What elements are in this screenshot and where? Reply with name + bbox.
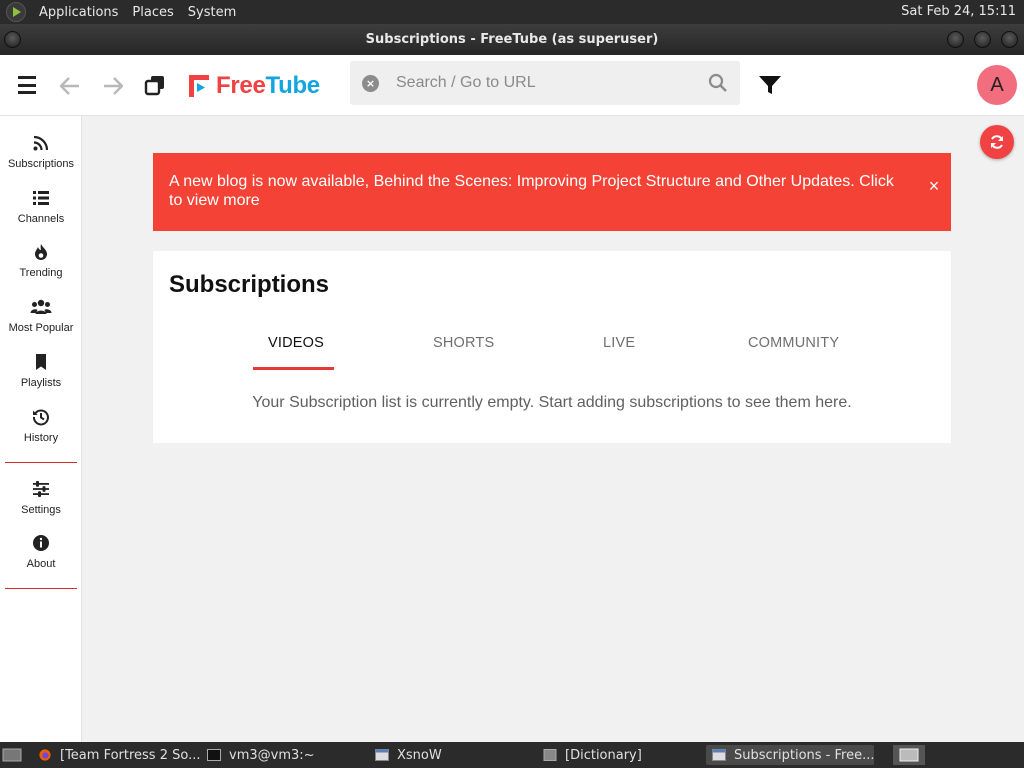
clear-search-icon[interactable]: ×	[362, 74, 379, 92]
tab-live[interactable]: LIVE	[603, 335, 635, 351]
logo-text-free: Free	[216, 72, 266, 99]
sidebar-item-subscriptions[interactable]: Subscriptions	[0, 134, 82, 186]
clock[interactable]: Sat Feb 24, 15:11	[901, 4, 1016, 19]
sidebar-item-history[interactable]: History	[0, 408, 82, 460]
window-icon	[375, 749, 389, 761]
applications-menu[interactable]: Applications	[32, 5, 125, 20]
places-menu[interactable]: Places	[125, 5, 180, 20]
search-bar: ×	[350, 61, 740, 105]
taskbar-item-label: vm3@vm3:~	[229, 747, 315, 763]
logo-text-tube: Tube	[265, 72, 321, 99]
taskbar-item-terminal[interactable]: vm3@vm3:~	[207, 745, 357, 765]
taskbar-item-freetube[interactable]: Subscriptions - Free...	[706, 745, 874, 765]
taskbar-item-dictionary[interactable]: [Dictionary]	[543, 745, 698, 765]
taskbar-item-xsnow[interactable]: XsnoW	[375, 745, 525, 765]
sidebar-item-playlists[interactable]: Playlists	[0, 353, 82, 405]
sidebar-item-trending[interactable]: Trending	[0, 243, 82, 295]
refresh-subscriptions-button[interactable]	[980, 125, 1014, 159]
taskbar-item-label: [Dictionary]	[565, 747, 642, 763]
blog-announcement-banner[interactable]: A new blog is now available, Behind the …	[153, 153, 951, 231]
search-input[interactable]	[396, 74, 696, 92]
sidebar-item-label: Most Popular	[8, 322, 74, 334]
desktop-icon	[2, 748, 22, 762]
system-top-panel: Applications Places System Sat Feb 24, 1…	[0, 0, 1024, 24]
sidebar-item-channels[interactable]: Channels	[0, 189, 82, 241]
taskbar-item-team-fortress[interactable]: [Team Fortress 2 So...	[38, 745, 200, 765]
sidebar-item-settings[interactable]: Settings	[0, 480, 82, 532]
back-arrow-icon[interactable]	[57, 73, 83, 99]
banner-text[interactable]: A new blog is now available, Behind the …	[169, 173, 894, 209]
taskbar-item-label: [Team Fortress 2 So...	[60, 747, 200, 763]
rss-icon	[33, 135, 49, 151]
sidebar-item-label: About	[26, 558, 56, 570]
sidebar-item-label: Playlists	[20, 377, 62, 389]
sidebar-divider	[5, 588, 77, 589]
freetube-app: FreeTube × A Subscriptions	[0, 55, 1024, 742]
firefox-icon	[39, 749, 51, 761]
hamburger-menu-icon[interactable]	[16, 74, 38, 96]
new-window-icon[interactable]	[144, 74, 166, 96]
window-icon	[712, 749, 726, 761]
tab-videos[interactable]: VIDEOS	[268, 335, 324, 351]
sidebar-item-label: Settings	[21, 504, 61, 516]
book-icon	[543, 749, 557, 761]
avatar[interactable]: A	[977, 65, 1017, 105]
page-title: Subscriptions	[169, 271, 330, 298]
taskbar-item-label: Subscriptions - Free...	[734, 747, 874, 763]
taskbar: [Team Fortress 2 So... vm3@vm3:~ XsnoW […	[0, 742, 1024, 768]
terminal-icon	[207, 749, 221, 761]
empty-subscriptions-message: Your Subscription list is currently empt…	[252, 394, 852, 411]
close-window-button[interactable]	[1001, 31, 1018, 48]
close-icon[interactable]: ×	[926, 177, 942, 195]
top-nav: FreeTube × A	[0, 55, 1024, 116]
info-icon	[33, 535, 49, 551]
show-desktop-button[interactable]	[2, 745, 24, 765]
list-icon	[33, 191, 49, 205]
refresh-icon	[991, 135, 1003, 149]
minimize-button[interactable]	[947, 31, 964, 48]
sidebar-divider	[5, 462, 77, 463]
taskbar-item-label: XsnoW	[397, 747, 442, 763]
window-titlebar[interactable]: Subscriptions - FreeTube (as superuser)	[0, 24, 1024, 55]
search-icon[interactable]	[708, 73, 728, 93]
window-title: Subscriptions - FreeTube (as superuser)	[365, 32, 659, 47]
side-nav: Subscriptions Channels Trending Most Pop…	[0, 116, 82, 742]
filter-icon[interactable]	[758, 74, 782, 96]
sidebar-item-label: Subscriptions	[7, 158, 75, 170]
system-menu[interactable]: System	[181, 5, 243, 20]
users-icon	[30, 299, 52, 314]
workspace-switcher[interactable]	[893, 745, 925, 765]
subscriptions-card: Subscriptions VIDEOS SHORTS LIVE COMMUNI…	[153, 251, 951, 443]
maximize-button[interactable]	[974, 31, 991, 48]
freetube-logo[interactable]: Free Tube	[188, 71, 320, 101]
sidebar-item-label: Trending	[19, 267, 63, 279]
sidebar-item-about[interactable]: About	[0, 534, 82, 586]
sliders-icon	[33, 481, 49, 497]
forward-arrow-icon[interactable]	[100, 73, 126, 99]
sidebar-item-most-popular[interactable]: Most Popular	[0, 298, 82, 350]
system-logo-icon[interactable]	[6, 2, 26, 22]
bookmark-icon	[36, 354, 46, 370]
active-tab-indicator	[253, 367, 334, 370]
tab-community[interactable]: COMMUNITY	[748, 335, 839, 351]
workspace-icon	[899, 748, 919, 762]
fire-icon	[35, 244, 47, 260]
tab-shorts[interactable]: SHORTS	[433, 335, 494, 351]
freetube-logo-icon	[189, 75, 209, 97]
history-icon	[32, 409, 49, 426]
window-menu-button[interactable]	[4, 31, 21, 48]
sidebar-item-label: History	[23, 432, 59, 444]
sidebar-item-label: Channels	[17, 213, 65, 225]
